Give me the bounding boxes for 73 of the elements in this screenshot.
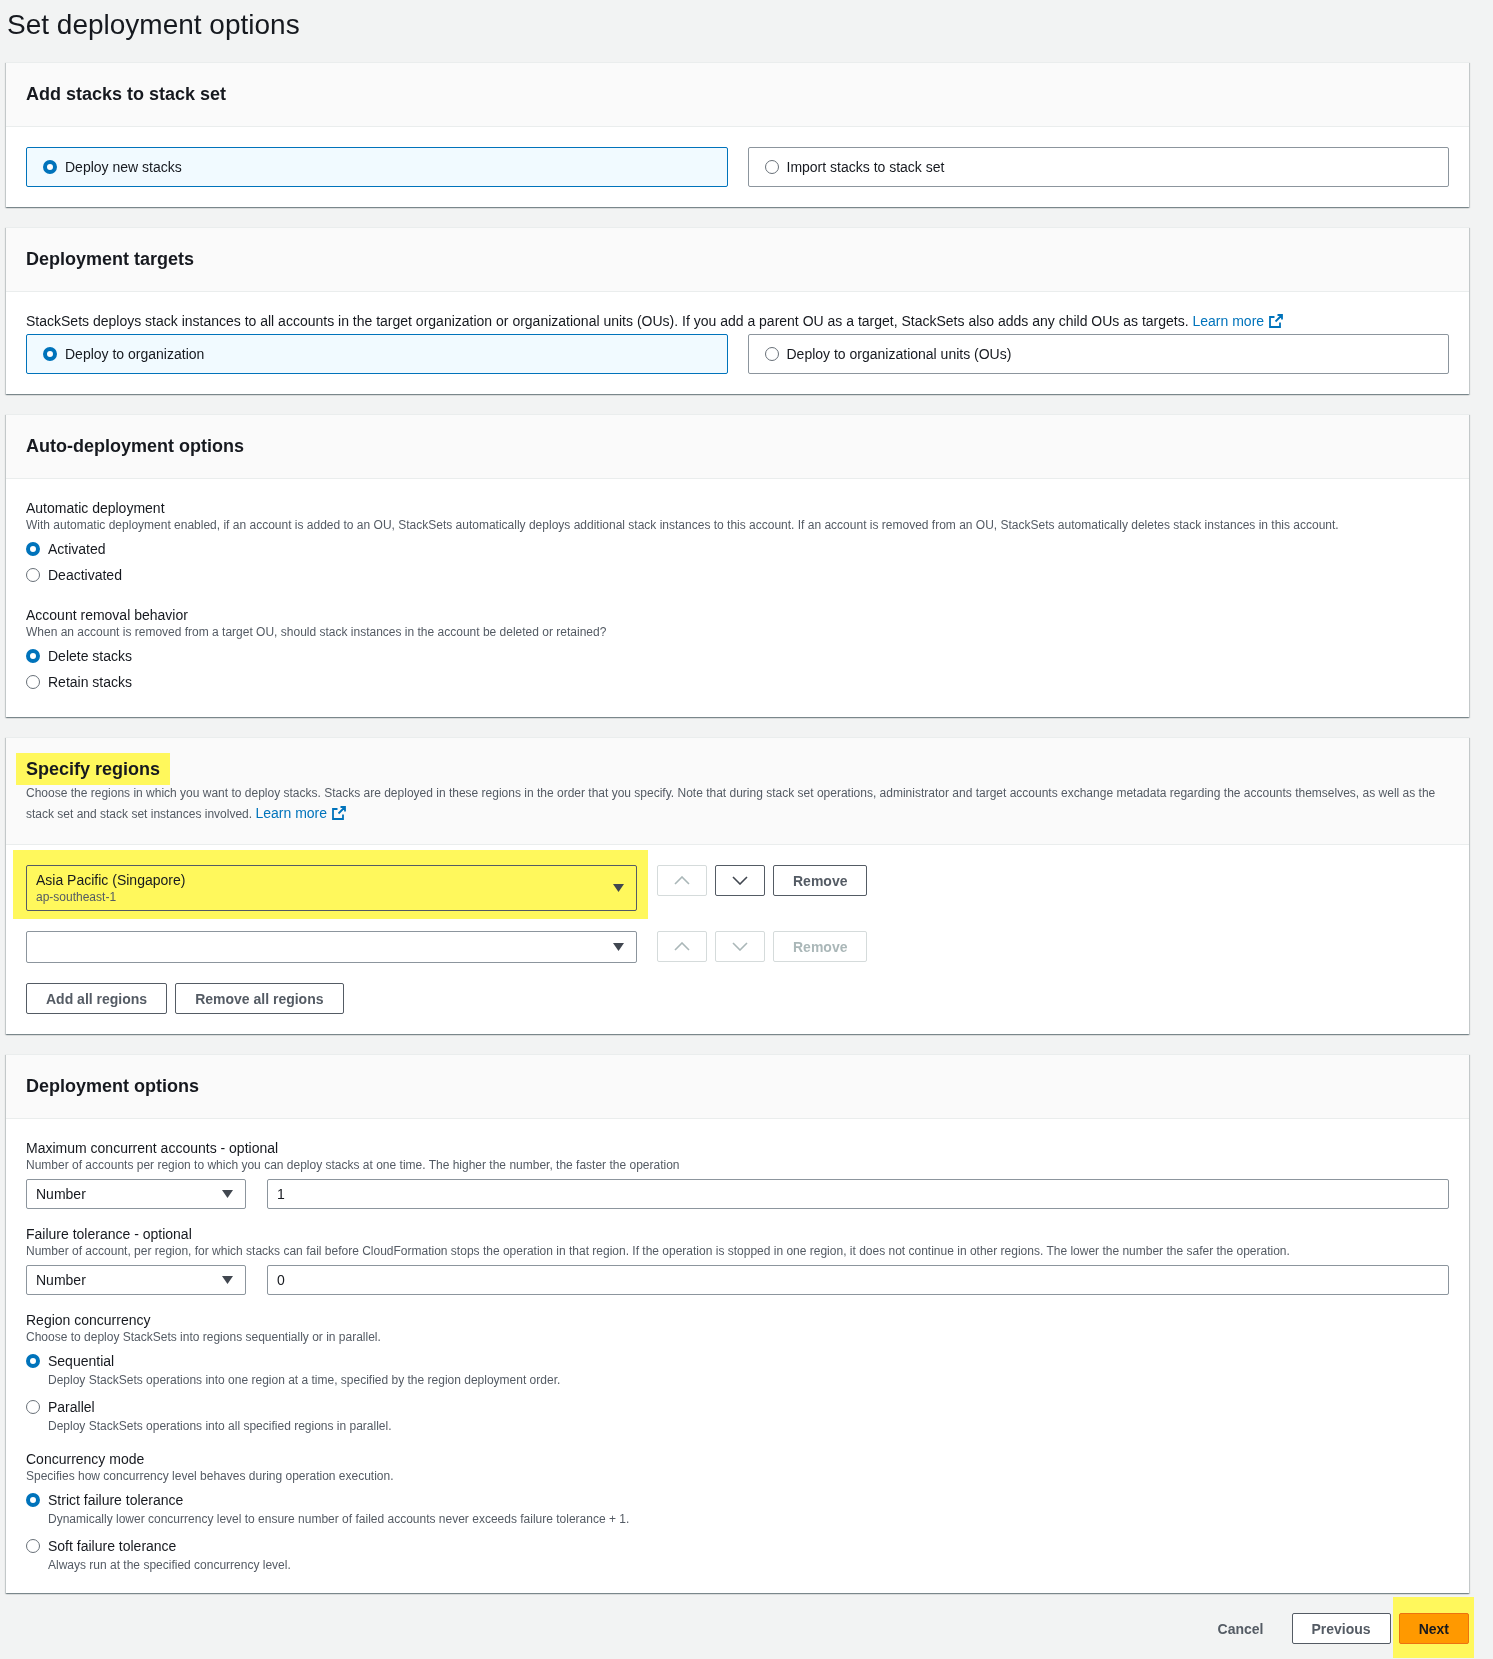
external-link-icon [332,806,347,820]
radio-button[interactable] [26,1539,40,1553]
learn-more-link[interactable]: Learn more [255,803,347,823]
primary-button[interactable]: Next [1398,1613,1469,1644]
field-description: Choose to deploy StackSets into regions sequentially or in parallel. [26,1329,382,1345]
chevron-down-icon [732,876,748,885]
field-description: With automatic deployment enabled, if an account is added to an OU, StackSets automatically deploys additional stack instances to this account. If an account is removed from an OU, StackSets automatically deletes stack instances in this account. [26,517,1340,533]
field-label: Account removal behavior [26,606,189,624]
type-select[interactable]: Number [26,1265,246,1295]
field-label: Failure tolerance - optional [26,1225,193,1243]
remove-button[interactable]: Remove [773,865,868,896]
section-title: Deployment options [26,1075,199,1098]
radio-label: Strict failure tolerance [48,1491,184,1510]
caret-down-icon [222,1276,233,1284]
section-title: Deployment targets [26,248,195,271]
option-description: Dynamically lower concurrency level to ensure number of failed accounts never exceeds failure tolerance + 1. [47,1511,631,1527]
radio-tile[interactable]: Deploy to organization [26,334,728,374]
section-description: Choose the regions in which you want to deploy stacks. Stacks are deployed in these regions in the order that you specify. Note that during stack set operations, administrator and target accounts exchange metadata regarding the accounts themselves, as well as the stack set and stack set instances involved. Learn more [26,785,1437,824]
radio-button[interactable] [26,542,40,556]
radio-icon [764,160,779,174]
radio-tile[interactable]: Import stacks to stack set [747,147,1449,187]
radio-icon [764,347,779,361]
field-label: Maximum concurrent accounts - optional [26,1139,280,1157]
radio-label: Soft failure tolerance [48,1537,177,1556]
option-description: Deploy StackSets operations into all specified regions in parallel. [47,1418,393,1434]
radio-label: Deactivated [48,566,122,585]
field-label: Automatic deployment [26,499,166,517]
number-input[interactable]: 0 [267,1265,1449,1295]
region-select[interactable] [26,931,637,963]
radio-tile[interactable]: Deploy to organizational units (OUs) [747,334,1449,374]
caret-down-icon [613,943,624,951]
radio-button[interactable] [26,649,40,663]
section-title: Add stacks to stack set [26,83,227,106]
radio-button[interactable] [26,675,40,689]
field-description: Number of account, per region, for which stacks can fail before CloudFormation stops the operation in that region. If the operation is stopped in one region, it does not continue in other regions. The lower the number the safer the operation. [26,1243,1291,1259]
radio-label: Retain stacks [48,673,133,692]
move-down-button[interactable] [715,865,765,896]
chevron-up-icon [674,942,690,951]
radio-label: Activated [48,540,106,559]
radio-label: Delete stacks [48,647,133,666]
section-title: Auto-deployment options [26,435,244,458]
field-label: Concurrency mode [26,1450,146,1468]
radio-tile[interactable]: Deploy new stacks [26,147,728,187]
secondary-button[interactable]: Previous [1291,1613,1391,1644]
field-description: Number of accounts per region to which you can deploy stacks at one time. The higher the number, the faster the operation [26,1157,681,1173]
field-description: Specifies how concurrency level behaves during operation execution. [26,1468,395,1484]
region-select[interactable]: Asia Pacific (Singapore) ap-southeast-1 [26,865,637,911]
external-link-icon [1269,314,1284,328]
page-title: Set deployment options [6,8,301,42]
text-button[interactable]: Cancel [1197,1613,1284,1644]
region-action-button[interactable]: Add all regions [26,983,168,1014]
caret-down-icon [613,884,624,892]
learn-more-link[interactable]: Learn more [1192,312,1284,330]
chevron-up-icon [674,876,690,885]
section-title: Specify regions [16,753,171,785]
number-input[interactable]: 1 [267,1179,1449,1209]
radio-icon [43,347,57,361]
chevron-down-icon [732,942,748,951]
radio-icon [43,160,57,174]
radio-button[interactable] [26,1493,40,1507]
radio-label: Parallel [48,1398,95,1417]
field-description: When an account is removed from a target OU, should stack instances in the account be deleted or retained? [26,624,608,640]
radio-label: Sequential [48,1352,115,1371]
option-description: Always run at the specified concurrency level. [47,1557,292,1573]
region-action-button[interactable]: Remove all regions [175,983,344,1014]
option-description: Deploy StackSets operations into one region at a time, specified by the region deployment order. [47,1372,562,1388]
type-select[interactable]: Number [26,1179,246,1209]
section-description: StackSets deploys stack instances to all accounts in the target organization or organizational units (OUs). If you add a parent OU as a target, StackSets also adds any child OUs as targets. Learn more [26,312,1449,330]
radio-button[interactable] [26,1354,40,1368]
radio-button[interactable] [26,1400,40,1414]
radio-button[interactable] [26,568,40,582]
caret-down-icon [222,1190,233,1198]
field-label: Region concurrency [26,1311,152,1329]
